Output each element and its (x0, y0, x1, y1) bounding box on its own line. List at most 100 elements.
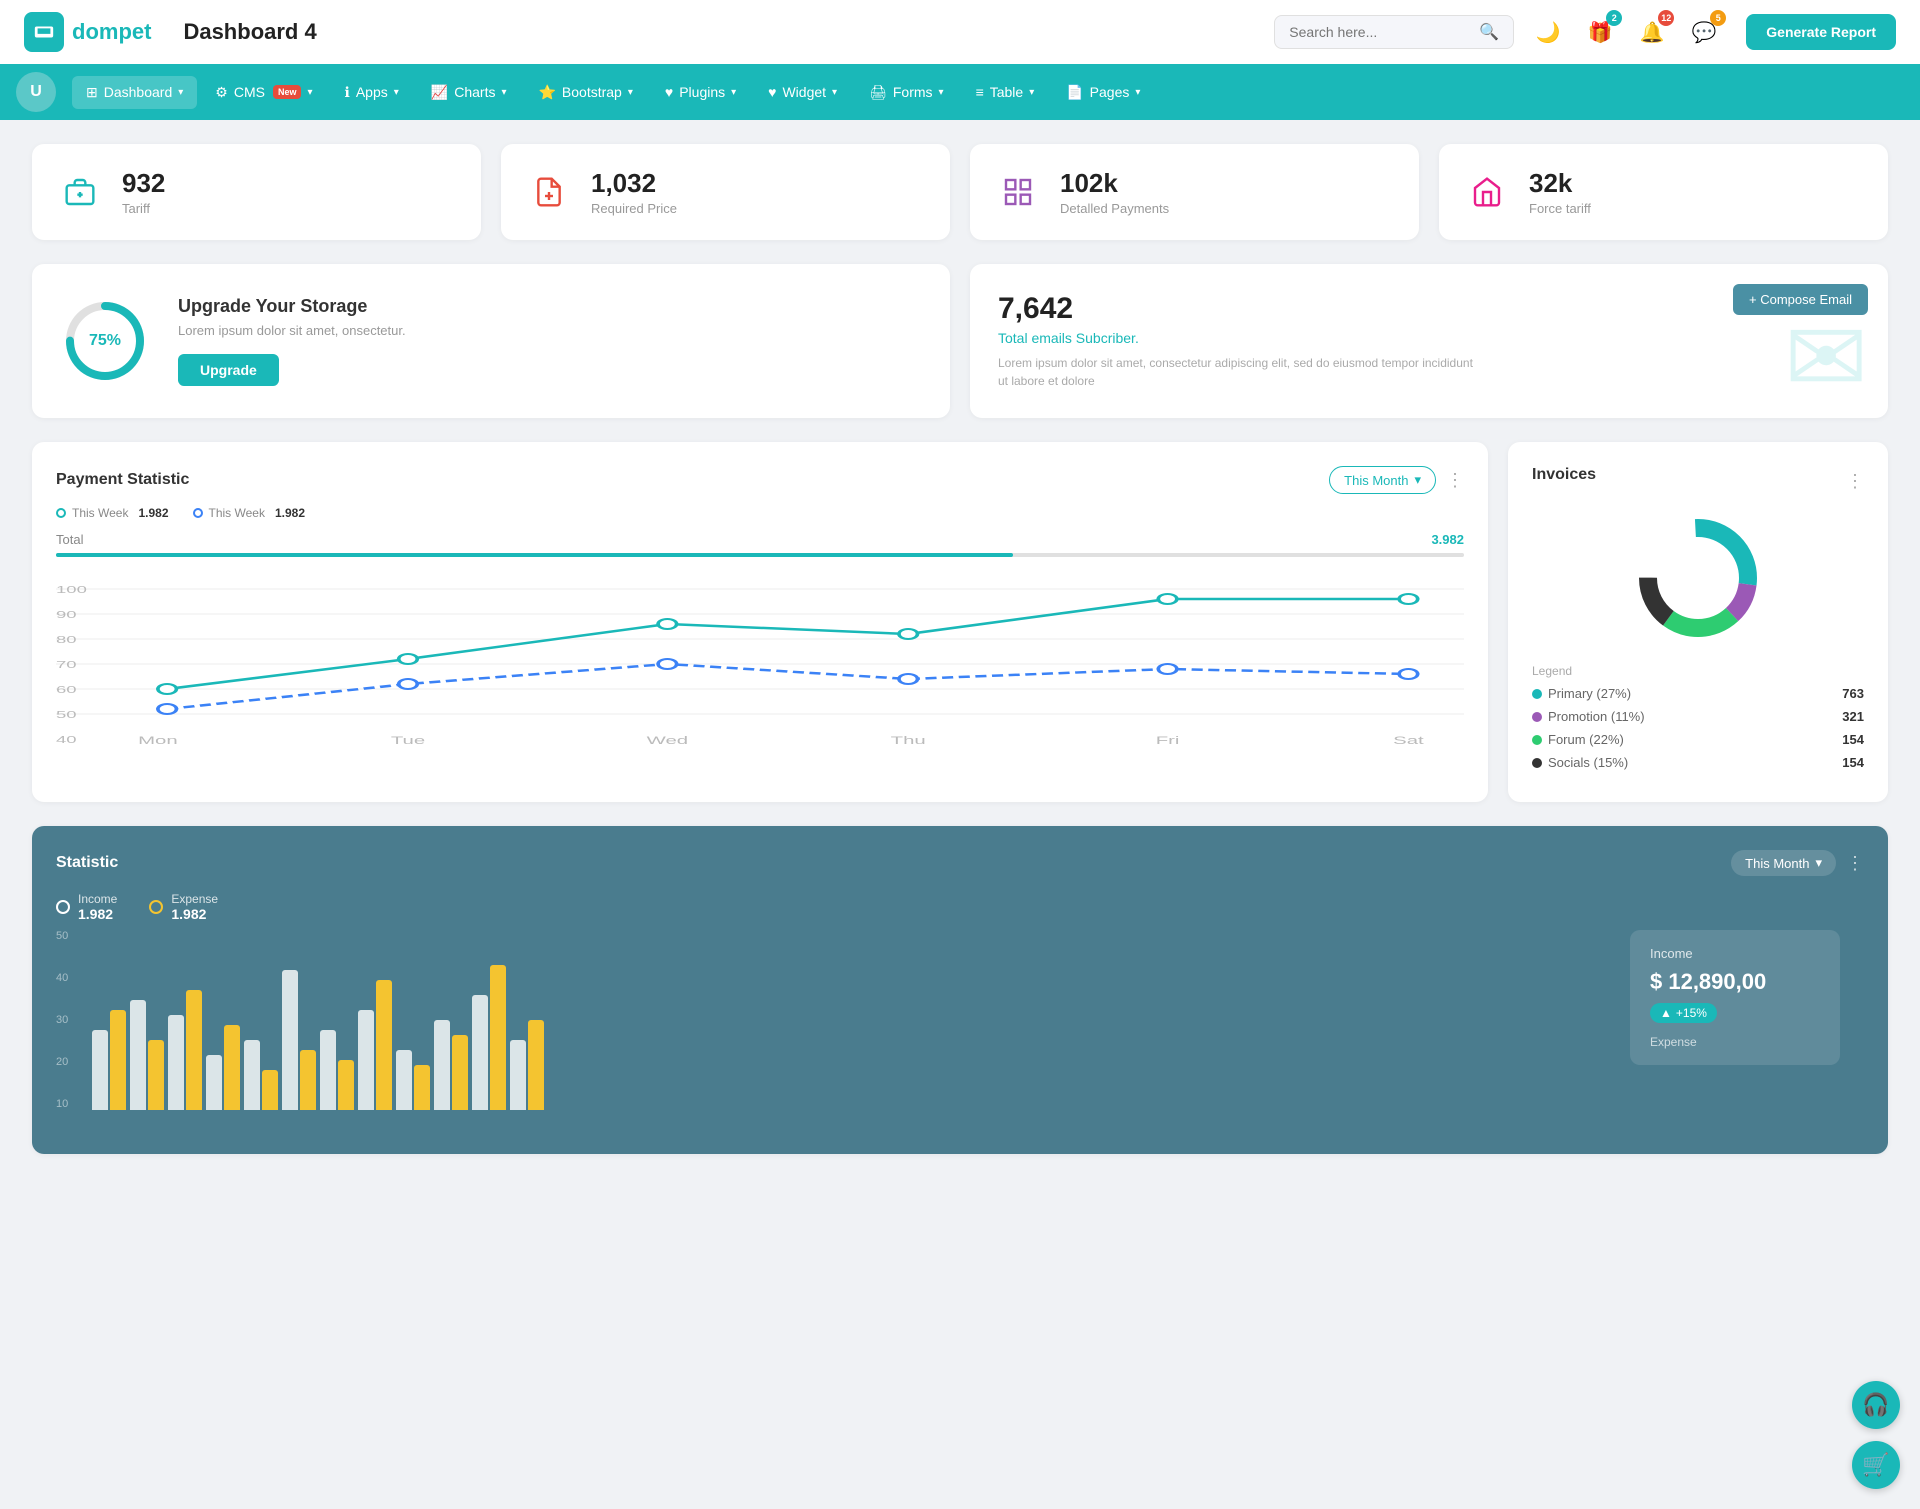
bar-white-6 (282, 970, 298, 1110)
cart-button[interactable]: 🛒 (1852, 1441, 1900, 1489)
stat-card-price: 1,032 Required Price (501, 144, 950, 240)
bar-yellow-8 (376, 980, 392, 1110)
total-value: 3.982 (1431, 532, 1464, 547)
chevron-down-icon-forms: ▾ (939, 87, 944, 98)
cart-icon: 🛒 (1862, 1452, 1889, 1478)
nav-item-dashboard[interactable]: ⊞ Dashboard ▾ (72, 76, 197, 109)
nav-item-bootstrap[interactable]: ⭐ Bootstrap ▾ (524, 76, 646, 109)
search-icon: 🔍 (1479, 22, 1499, 42)
inv-count-promotion: 321 (1842, 709, 1864, 724)
bell-icon-btn[interactable]: 🔔 12 (1634, 14, 1670, 50)
top-bar: dompet Dashboard 4 🔍 🌙 🎁 2 🔔 12 💬 5 Gene… (0, 0, 1920, 64)
bar-group-5 (244, 1040, 278, 1110)
legend-dot-teal (56, 508, 66, 518)
nav-label-forms: Forms (893, 84, 933, 100)
expense-legend-item: Expense 1.982 (149, 892, 218, 922)
stat-card-tariff: 932 Tariff (32, 144, 481, 240)
charts-icon: 📈 (431, 84, 448, 101)
chevron-down-icon-bootstrap: ▾ (628, 87, 633, 98)
income-label: Income (78, 892, 117, 906)
stat-card-tariff-text: 932 Tariff (122, 168, 165, 216)
nav-item-table[interactable]: ≡ Table ▾ (962, 76, 1049, 108)
bar-yellow-11 (490, 965, 506, 1110)
svg-text:Sat: Sat (1393, 735, 1424, 747)
gift-badge: 2 (1606, 10, 1622, 26)
inv-dot-forum (1532, 735, 1542, 745)
nav-item-cms[interactable]: ⚙ CMS New ▾ (201, 76, 326, 109)
bar-yellow-3 (186, 990, 202, 1110)
inv-row-promotion: Promotion (11%) 321 (1532, 709, 1864, 724)
stat-card-payments-text: 102k Detalled Payments (1060, 168, 1169, 216)
svg-text:40: 40 (56, 735, 77, 746)
inv-name-socials: Socials (15%) (1532, 755, 1628, 770)
bar-white-9 (396, 1050, 412, 1110)
bar-yellow-2 (148, 1040, 164, 1110)
invoices-more-icon[interactable]: ⋮ (1846, 471, 1864, 492)
chevron-down-icon-charts: ▾ (501, 87, 506, 98)
nav-item-plugins[interactable]: ♥ Plugins ▾ (651, 76, 750, 108)
filter-label: This Month (1344, 473, 1408, 488)
bar-white-3 (168, 1015, 184, 1110)
expense-label: Expense (171, 892, 218, 906)
chevron-down-icon-pages: ▾ (1135, 87, 1140, 98)
chevron-down-icon: ▾ (178, 87, 183, 98)
nav-label-plugins: Plugins (679, 84, 725, 100)
invoices-legend: Legend Primary (27%) 763 Promotion (11%)… (1532, 664, 1864, 770)
income-badge-value: +15% (1676, 1006, 1707, 1020)
force-tariff-label: Force tariff (1529, 201, 1591, 216)
income-panel-label: Income (1650, 946, 1820, 961)
bar-group-8 (358, 980, 392, 1110)
nav-item-apps[interactable]: ℹ Apps ▾ (331, 76, 413, 109)
upgrade-button[interactable]: Upgrade (178, 354, 279, 386)
bar-group-11 (472, 965, 506, 1110)
svg-text:50: 50 (56, 710, 77, 721)
bar-yellow-12 (528, 1020, 544, 1110)
stat-filter-label: This Month (1745, 856, 1809, 871)
income-badge: ▲ +15% (1650, 1003, 1717, 1023)
nav-item-pages[interactable]: 📄 Pages ▾ (1052, 76, 1154, 109)
legend-dot-blue (193, 508, 203, 518)
payment-more-icon[interactable]: ⋮ (1446, 470, 1464, 491)
nav-item-charts[interactable]: 📈 Charts ▾ (417, 76, 521, 109)
nav-item-forms[interactable]: 🖨 Forms ▾ (855, 76, 957, 109)
payment-filter-button[interactable]: This Month ▾ (1329, 466, 1436, 494)
svg-text:Mon: Mon (138, 735, 178, 747)
expense-legend-dot (149, 900, 163, 914)
chevron-down-icon-plugins: ▾ (731, 87, 736, 98)
statistic-more-icon[interactable]: ⋮ (1846, 853, 1864, 874)
upgrade-text: Upgrade Your Storage Lorem ipsum dolor s… (178, 296, 406, 386)
new-badge: New (273, 85, 302, 99)
legend-label-1: This Week (72, 506, 128, 520)
upgrade-description: Lorem ipsum dolor sit amet, onsectetur. (178, 323, 406, 338)
statistic-filter-button[interactable]: This Month ▾ (1731, 850, 1836, 876)
svg-text:Tue: Tue (391, 735, 425, 747)
search-input[interactable] (1289, 24, 1471, 40)
bar-group-2 (130, 1000, 164, 1110)
moon-icon-btn[interactable]: 🌙 (1530, 14, 1566, 50)
stat-card-force-tariff-text: 32k Force tariff (1529, 168, 1591, 216)
expense-section-label: Expense (1650, 1035, 1820, 1049)
expense-legend-text: Expense 1.982 (171, 892, 218, 922)
generate-report-button[interactable]: Generate Report (1746, 14, 1896, 50)
bar-white-8 (358, 1010, 374, 1110)
payment-legend: This Week 1.982 This Week 1.982 (56, 506, 1464, 520)
svg-text:90: 90 (56, 610, 77, 621)
email-description: Lorem ipsum dolor sit amet, consectetur … (998, 354, 1478, 390)
logo: dompet (24, 12, 151, 52)
chat-icon-btn[interactable]: 💬 5 (1686, 14, 1722, 50)
nav-avatar: U (16, 72, 56, 112)
inv-name-primary: Primary (27%) (1532, 686, 1631, 701)
search-box[interactable]: 🔍 (1274, 15, 1514, 49)
chat-badge: 5 (1710, 10, 1726, 26)
chevron-down-icon-cms: ▾ (307, 87, 312, 98)
inv-name-promotion: Promotion (11%) (1532, 709, 1645, 724)
nav-item-widget[interactable]: ♥ Widget ▾ (754, 76, 851, 108)
inv-name-forum: Forum (22%) (1532, 732, 1624, 747)
nav-label-table: Table (990, 84, 1023, 100)
bar-white-11 (472, 995, 488, 1110)
gift-icon-btn[interactable]: 🎁 2 (1582, 14, 1618, 50)
total-label: Total (56, 532, 83, 547)
support-button[interactable]: 🎧 (1852, 1381, 1900, 1429)
bar-yellow-9 (414, 1065, 430, 1110)
nav-label-bootstrap: Bootstrap (562, 84, 622, 100)
